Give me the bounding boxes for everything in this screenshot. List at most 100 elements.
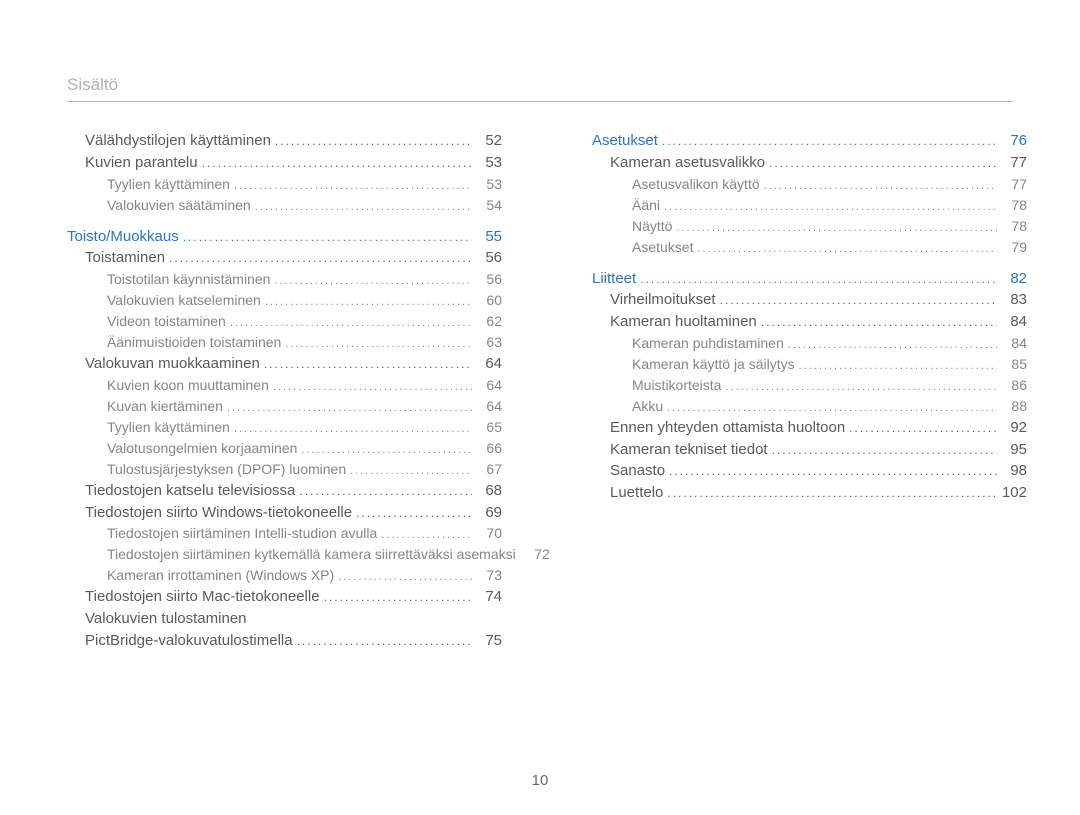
toc-entry[interactable]: Toisto/Muokkaus ........................… [67, 226, 502, 248]
toc-page-number: 102 [1001, 482, 1027, 504]
toc-leader-dots: ........................................… [788, 337, 997, 354]
toc-page-number: 95 [1001, 439, 1027, 461]
toc-leader-dots: ........................................… [720, 292, 997, 309]
toc-leader-dots: ........................................… [338, 569, 472, 586]
toc-entry[interactable]: Muistikorteista ........................… [592, 375, 1027, 396]
toc-label: Ääni [632, 195, 660, 216]
toc-page-number: 70 [476, 523, 502, 544]
toc-entry[interactable]: Äänimuistioiden toistaminen ............… [67, 332, 502, 353]
toc-entry[interactable]: Asetukset ..............................… [592, 130, 1027, 152]
toc-label: Kuvien parantelu [85, 152, 198, 174]
toc-leader-dots: ........................................… [301, 442, 472, 459]
toc-label: Näyttö [632, 216, 672, 237]
toc-leader-dots: ........................................… [667, 400, 997, 417]
toc-entry[interactable]: Videon toistaminen .....................… [67, 311, 502, 332]
toc-label: Välähdystilojen käyttäminen [85, 130, 271, 152]
toc-entry[interactable]: Tiedostojen siirtäminen kytkemällä kamer… [67, 544, 502, 565]
toc-entry[interactable]: Valokuvan muokkaaminen .................… [67, 353, 502, 375]
toc-column-left: Välähdystilojen käyttäminen ............… [67, 130, 502, 652]
toc-entry[interactable]: Kuvan kiertäminen ......................… [67, 396, 502, 417]
toc-entry[interactable]: Tiedostojen siirto Windows-tietokoneelle… [67, 502, 502, 524]
toc-page-number: 83 [1001, 289, 1027, 311]
toc-entry[interactable]: Tiedostojen katselu televisiossa .......… [67, 480, 502, 502]
toc-entry[interactable]: Kameran käyttö ja säilytys .............… [592, 354, 1027, 375]
toc-entry[interactable]: Valokuvien tulostaminen [67, 608, 502, 630]
toc-entry[interactable]: Kuvien koon muuttaminen ................… [67, 375, 502, 396]
toc-leader-dots: ........................................… [275, 133, 472, 150]
toc-entry[interactable]: Tiedostojen siirtäminen Intelli-studion … [67, 523, 502, 544]
toc-entry[interactable]: Asetusvalikon käyttö ...................… [592, 174, 1027, 195]
toc-entry[interactable]: Ennen yhteyden ottamista huoltoon ......… [592, 417, 1027, 439]
toc-leader-dots: ........................................… [273, 379, 472, 396]
toc-entry[interactable]: Kuvien parantelu .......................… [67, 152, 502, 174]
toc-entry[interactable]: Valokuvien katseleminen ................… [67, 290, 502, 311]
toc-page-number: 64 [476, 375, 502, 396]
toc-leader-dots: ........................................… [264, 356, 472, 373]
toc-leader-dots: ........................................… [265, 294, 472, 311]
toc-entry[interactable]: Kameran tekniset tiedot ................… [592, 439, 1027, 461]
toc-entry[interactable]: Tyylien käyttäminen ....................… [67, 417, 502, 438]
toc-label: Äänimuistioiden toistaminen [107, 332, 281, 353]
toc-entry[interactable]: Kameran huoltaminen ....................… [592, 311, 1027, 333]
toc-page-number: 60 [476, 290, 502, 311]
toc-label: Kameran irrottaminen (Windows XP) [107, 565, 334, 586]
toc-entry[interactable]: Liitteet ...............................… [592, 268, 1027, 290]
toc-leader-dots: ........................................… [769, 155, 997, 172]
toc-page-number: 75 [476, 630, 502, 652]
toc-entry[interactable]: Toistotilan käynnistäminen .............… [67, 269, 502, 290]
toc-entry[interactable]: Akku ...................................… [592, 396, 1027, 417]
toc-entry[interactable]: Asetukset ..............................… [592, 237, 1027, 258]
toc-label: Kameran tekniset tiedot [610, 439, 768, 461]
toc-page-number: 72 [524, 544, 550, 565]
toc-label: Sanasto [610, 460, 665, 482]
toc-leader-dots: ........................................… [667, 485, 997, 502]
toc-leader-dots: ........................................… [255, 199, 472, 216]
toc-entry[interactable]: Valotusongelmien korjaaminen ...........… [67, 438, 502, 459]
toc-label: Valotusongelmien korjaaminen [107, 438, 297, 459]
toc-page-number: 74 [476, 586, 502, 608]
toc-leader-dots: ........................................… [640, 271, 997, 288]
toc-entry[interactable]: Sanasto ................................… [592, 460, 1027, 482]
toc-entry[interactable]: PictBridge-valokuvatulostimella ........… [67, 630, 502, 652]
toc-entry[interactable]: Kameran irrottaminen (Windows XP) ......… [67, 565, 502, 586]
toc-page-number: 64 [476, 396, 502, 417]
toc-entry[interactable]: Ääni ...................................… [592, 195, 1027, 216]
toc-entry[interactable]: Valokuvien säätäminen ..................… [67, 195, 502, 216]
toc-label: Tiedostojen katselu televisiossa [85, 480, 295, 502]
toc-entry[interactable]: Toistaminen ............................… [67, 247, 502, 269]
toc-page-number: 84 [1001, 333, 1027, 354]
toc-entry[interactable]: Näyttö .................................… [592, 216, 1027, 237]
toc-entry[interactable]: Kameran puhdistaminen ..................… [592, 333, 1027, 354]
toc-page-number: 64 [476, 353, 502, 375]
toc-label: Tiedostojen siirto Mac-tietokoneelle [85, 586, 320, 608]
toc-page-number: 86 [1001, 375, 1027, 396]
toc-columns: Välähdystilojen käyttäminen ............… [67, 130, 1013, 652]
toc-leader-dots: ........................................… [381, 527, 472, 544]
toc-page-number: 78 [1001, 195, 1027, 216]
toc-entry[interactable]: Kameran asetusvalikko ..................… [592, 152, 1027, 174]
toc-page-number: 77 [1001, 174, 1027, 195]
toc-entry[interactable]: Virheilmoitukset .......................… [592, 289, 1027, 311]
toc-label: Kameran asetusvalikko [610, 152, 765, 174]
toc-entry[interactable]: Luettelo ...............................… [592, 482, 1027, 504]
toc-leader-dots: ........................................… [761, 314, 997, 331]
toc-page-number: 88 [1001, 396, 1027, 417]
toc-leader-dots: ........................................… [234, 178, 472, 195]
toc-label: Kuvan kiertäminen [107, 396, 223, 417]
toc-entry[interactable]: Tiedostojen siirto Mac-tietokoneelle ...… [67, 586, 502, 608]
toc-page-number: 78 [1001, 216, 1027, 237]
toc-leader-dots: ........................................… [849, 420, 997, 437]
toc-label: PictBridge-valokuvatulostimella [85, 630, 293, 652]
toc-entry[interactable]: Tulostusjärjestyksen (DPOF) luominen ...… [67, 459, 502, 480]
toc-leader-dots: ........................................… [725, 379, 997, 396]
toc-entry[interactable]: Tyylien käyttäminen ....................… [67, 174, 502, 195]
toc-label: Tyylien käyttäminen [107, 174, 230, 195]
toc-label: Asetusvalikon käyttö [632, 174, 760, 195]
toc-entry[interactable]: Välähdystilojen käyttäminen ............… [67, 130, 502, 152]
toc-label: Valokuvien säätäminen [107, 195, 251, 216]
toc-label: Valokuvien tulostaminen [85, 608, 246, 630]
toc-page-number: 52 [476, 130, 502, 152]
toc-leader-dots: ........................................… [169, 250, 472, 267]
toc-leader-dots: ........................................… [274, 273, 472, 290]
toc-label: Toistotilan käynnistäminen [107, 269, 270, 290]
